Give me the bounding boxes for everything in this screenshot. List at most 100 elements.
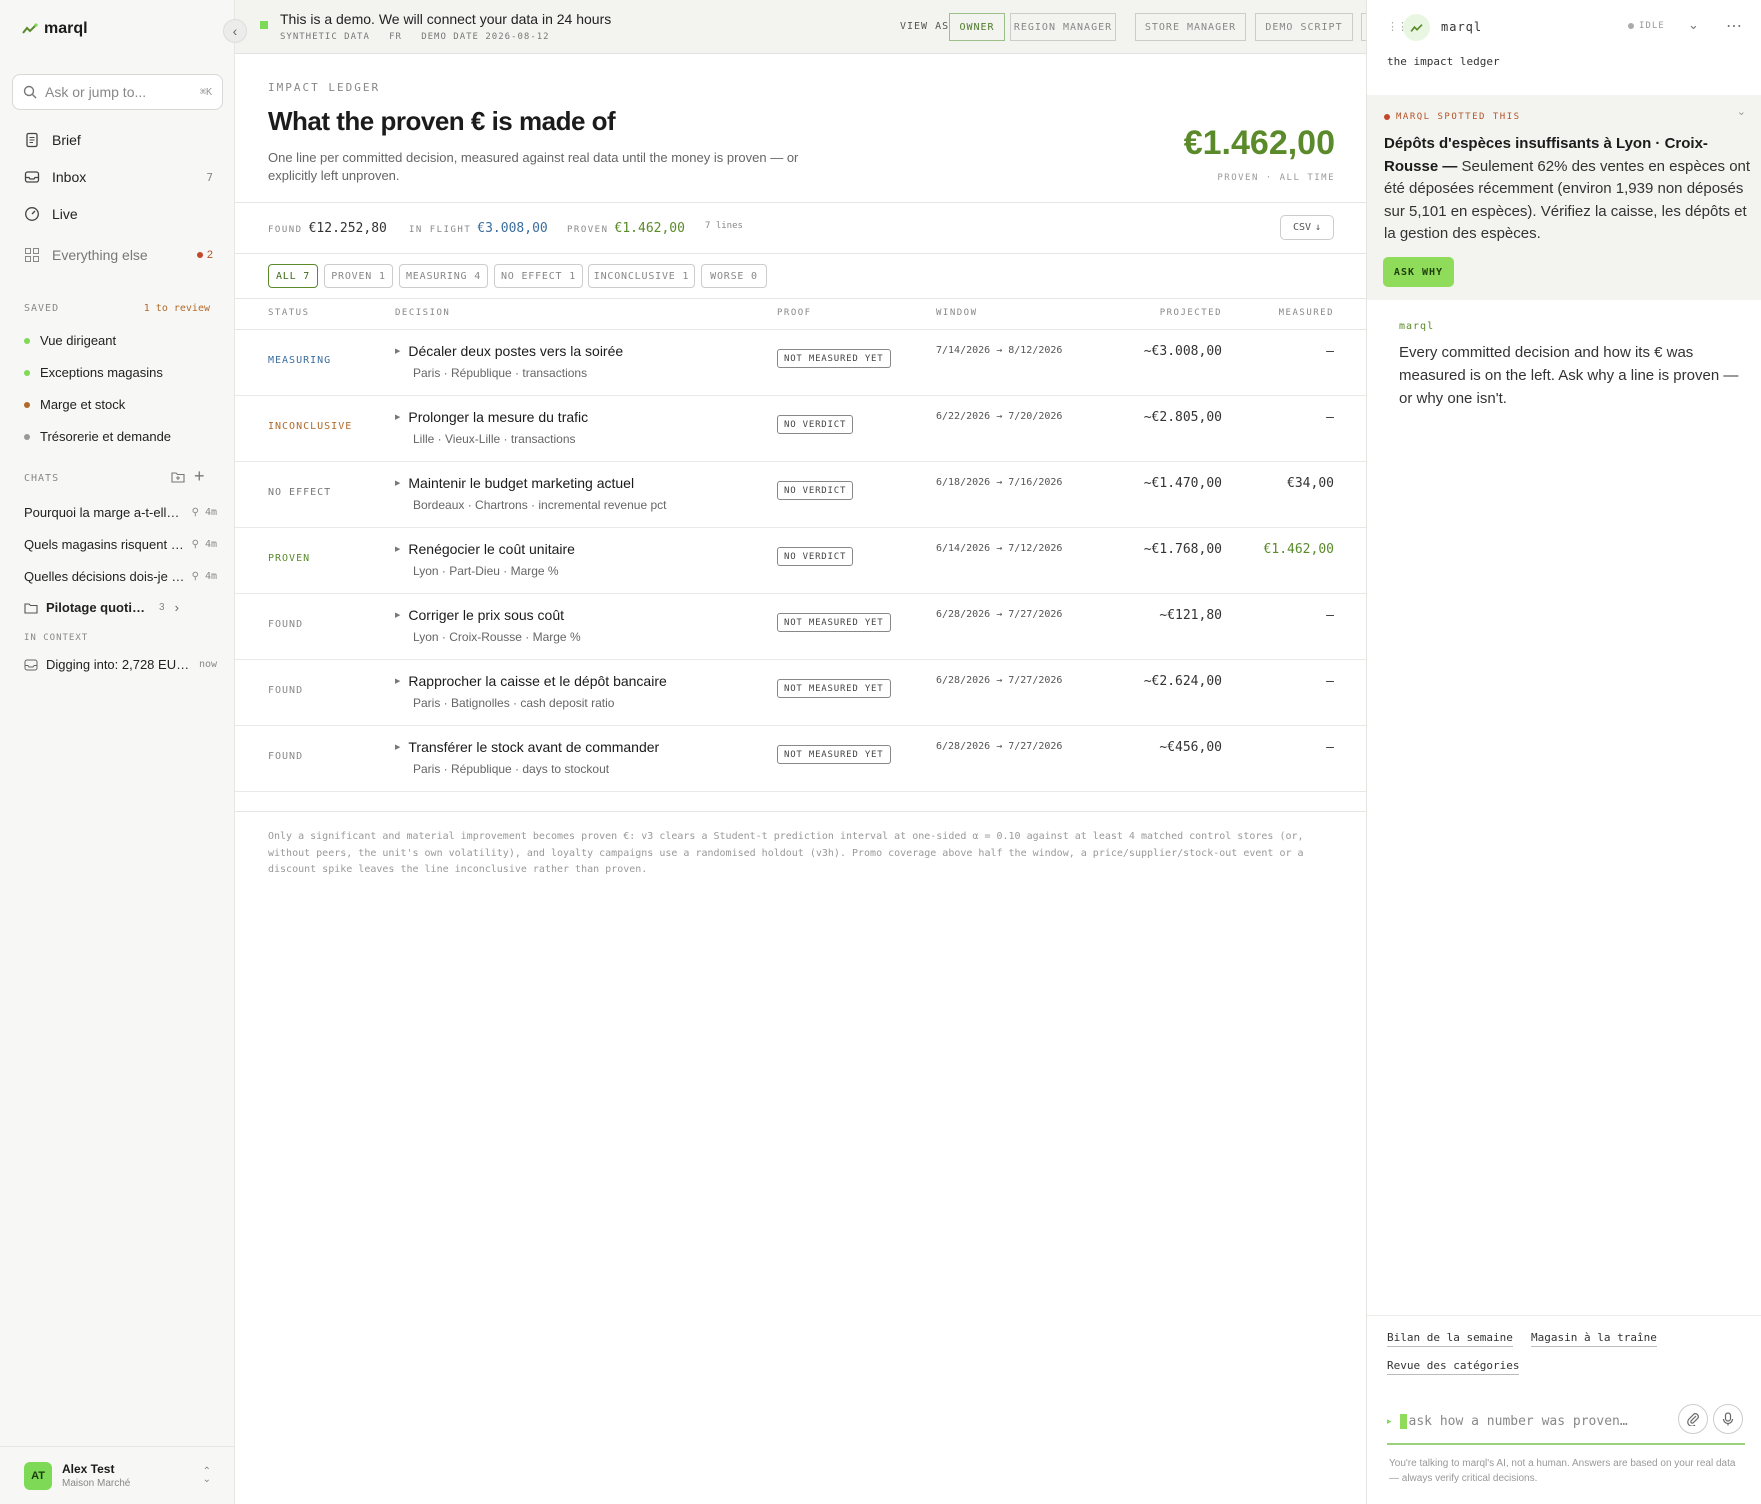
in-context-item[interactable]: Digging into: 2,728 EUR of margin now (24, 657, 217, 672)
chat-title: Quels magasins risquent une rupture (24, 537, 186, 552)
row-decision-title: Renégocier le coût unitaire (408, 541, 575, 557)
folder-title: Pilotage quotidien (46, 600, 151, 615)
brand-logo[interactable]: marql (22, 20, 88, 38)
row-decision[interactable]: ▶ Corriger le prix sous coût (395, 607, 564, 623)
saved-view-label: Exceptions magasins (40, 365, 163, 380)
filter-no-effect[interactable]: NO EFFECT 1 (494, 264, 583, 288)
chevron-left-icon: ‹ (232, 23, 238, 39)
more-options-icon[interactable]: ⋯ (1726, 16, 1742, 36)
table-row[interactable]: NO EFFECT ▶ Maintenir le budget marketing … (235, 462, 1366, 528)
expand-caret-icon[interactable]: ▶ (395, 413, 400, 421)
row-measured: — (1326, 608, 1334, 623)
role-region-manager-button[interactable]: REGION MANAGER (1010, 13, 1116, 41)
chat-item[interactable]: Quelles décisions dois-je prendre ⚲ 4m (24, 569, 217, 584)
row-decision-detail: Lyon · Croix-Rousse · Marge % (413, 630, 581, 644)
stat-in-flight: IN FLIGHT €3.008,00 (409, 221, 548, 236)
row-decision[interactable]: ▶ Décaler deux postes vers la soirée (395, 343, 623, 359)
ai-disclaimer: You're talking to marql's AI, not a huma… (1389, 1458, 1736, 1484)
csv-export-button[interactable]: CSV ↓ (1280, 215, 1334, 240)
chat-title: Pourquoi la marge a-t-elle baissé (24, 505, 186, 520)
collapse-sidebar-button[interactable]: ‹ (223, 19, 247, 43)
row-decision[interactable]: ▶ Prolonger la mesure du trafic (395, 409, 588, 425)
nav-everything-else[interactable]: Everything else 2 (12, 238, 223, 272)
attach-button[interactable] (1678, 1404, 1708, 1434)
chat-age: 4m (204, 571, 217, 582)
search-input[interactable]: Ask or jump to... ⌘K (12, 74, 223, 110)
stat-label: IN FLIGHT (409, 225, 472, 235)
inbox-icon (24, 659, 38, 670)
chat-item[interactable]: Pourquoi la marge a-t-elle baissé ⚲ 4m (24, 505, 217, 520)
row-measured: — (1326, 740, 1334, 755)
expand-caret-icon[interactable]: ▶ (395, 611, 400, 619)
row-decision-detail: Paris · Batignolles · cash deposit ratio (413, 696, 615, 710)
page-eyebrow: IMPACT LEDGER (268, 81, 381, 94)
assistant-avatar (1403, 14, 1430, 41)
text-cursor-icon (1399, 1413, 1407, 1429)
saved-view-item[interactable]: Marge et stock (24, 397, 125, 412)
page-title: What the proven € is made of (268, 106, 616, 136)
brand-mark-icon (1410, 23, 1423, 32)
table-row[interactable]: FOUND ▶ Transférer le stock avant de comma… (235, 726, 1366, 792)
nav-brief[interactable]: Brief (12, 123, 223, 157)
role-owner-button[interactable]: OWNER (949, 13, 1005, 41)
saved-view-item[interactable]: Trésorerie et demande (24, 429, 171, 444)
brand-mark-icon (22, 23, 38, 34)
suggestion-chip[interactable]: Bilan de la semaine (1387, 1331, 1513, 1347)
saved-view-label: Marge et stock (40, 397, 126, 412)
voice-input-button[interactable] (1713, 1404, 1743, 1434)
chat-folder[interactable]: Pilotage quotidien 3 › (24, 600, 184, 615)
expand-caret-icon[interactable]: ▶ (395, 545, 400, 553)
new-folder-icon[interactable] (171, 471, 185, 483)
role-store-manager-button[interactable]: STORE MANAGER (1135, 13, 1246, 41)
row-status: INCONCLUSIVE (268, 421, 353, 432)
chat-age: 4m (204, 507, 217, 518)
suggestion-chip[interactable]: Magasin à la traîne (1531, 1331, 1657, 1347)
filter-proven[interactable]: PROVEN 1 (324, 264, 393, 288)
row-decision[interactable]: ▶ Rapprocher la caisse et le dépôt bancai… (395, 673, 667, 689)
filter-all[interactable]: ALL 7 (268, 264, 318, 288)
filter-inconclusive[interactable]: INCONCLUSIVE 1 (588, 264, 695, 288)
expand-caret-icon[interactable]: ▶ (395, 347, 400, 355)
nav-live[interactable]: Live (12, 197, 223, 231)
chevron-down-icon[interactable]: ⌄ (1737, 105, 1746, 118)
divider (235, 811, 1366, 812)
expand-caret-icon[interactable]: ▶ (395, 743, 400, 751)
table-row[interactable]: FOUND ▶ Corriger le prix sous coût Lyon · C… (235, 594, 1366, 660)
row-decision-detail: Bordeaux · Chartrons · incremental reven… (413, 498, 667, 512)
nav-label: Inbox (52, 169, 87, 185)
row-proof-badge: NOT MEASURED YET (777, 679, 891, 698)
table-row[interactable]: PROVEN ▶ Renégocier le coût unitaire Lyon ·… (235, 528, 1366, 594)
chevron-down-icon[interactable]: ⌄ (1688, 17, 1699, 33)
filter-worse[interactable]: WORSE 0 (701, 264, 767, 288)
expand-caret-icon[interactable]: ▶ (395, 677, 400, 685)
nav-inbox[interactable]: Inbox 7 (12, 160, 223, 194)
status-dot-icon (1628, 23, 1634, 29)
column-header-projected: PROJECTED (1159, 308, 1222, 318)
download-icon: ↓ (1315, 222, 1322, 233)
table-row[interactable]: INCONCLUSIVE ▶ Prolonger la mesure du traf… (235, 396, 1366, 462)
chat-age: 4m (204, 539, 217, 550)
filter-measuring[interactable]: MEASURING 4 (399, 264, 488, 288)
saved-review-count[interactable]: 1 to review (144, 303, 210, 314)
row-decision[interactable]: ▶ Renégocier le coût unitaire (395, 541, 575, 557)
row-decision[interactable]: ▶ Transférer le stock avant de commander (395, 739, 659, 755)
saved-view-item[interactable]: Exceptions magasins (24, 365, 163, 380)
expand-caret-icon[interactable]: ▶ (395, 479, 400, 487)
role-demo-script-button[interactable]: DEMO SCRIPT (1255, 13, 1353, 41)
saved-view-item[interactable]: Vue dirigeant (24, 333, 116, 348)
suggestion-chip[interactable]: Revue des catégories (1387, 1359, 1520, 1375)
user-menu[interactable]: AT Alex Test Maison Marché ⌃ ⌄ (0, 1446, 235, 1504)
table-row[interactable]: FOUND ▶ Rapprocher la caisse et le dépôt b… (235, 660, 1366, 726)
ask-why-button[interactable]: ASK WHY (1383, 257, 1454, 287)
assistant-context: the impact ledger (1387, 55, 1500, 68)
table-row[interactable]: MEASURING ▶ Décaler deux postes vers la so… (235, 330, 1366, 396)
chat-item[interactable]: Quels magasins risquent une rupture ⚲ 4m (24, 537, 217, 552)
document-icon (26, 132, 38, 148)
user-org: Maison Marché (62, 1478, 131, 1489)
row-decision[interactable]: ▶ Maintenir le budget marketing actuel (395, 475, 634, 491)
methodology-footnote: Only a significant and material improvem… (268, 831, 1304, 875)
row-proof-badge: NOT MEASURED YET (777, 613, 891, 632)
new-chat-button[interactable]: + (194, 466, 205, 487)
saved-view-label: Trésorerie et demande (40, 429, 172, 444)
stat-label: PROVEN (567, 225, 609, 235)
